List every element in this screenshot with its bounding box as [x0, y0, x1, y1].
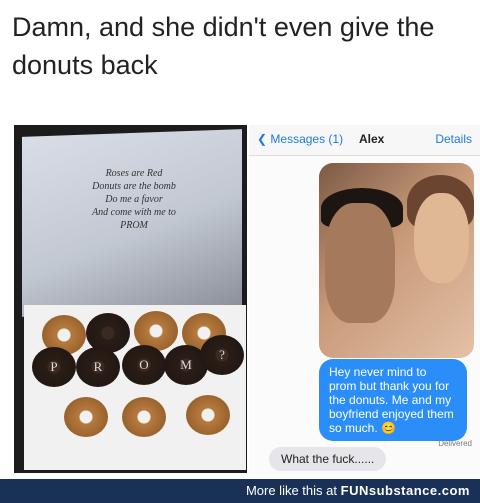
- selfie-photo[interactable]: [319, 163, 474, 358]
- chevron-left-icon: ❮: [257, 132, 268, 146]
- face-shape: [414, 193, 469, 283]
- back-label: Messages (1): [270, 132, 344, 146]
- letter-donut: ?: [200, 335, 244, 375]
- delivered-status: Delivered: [438, 439, 472, 448]
- prom-poem: Roses are Red Donuts are the bomb Do me …: [92, 168, 176, 231]
- footer-more-text: More like this at: [245, 483, 337, 498]
- donut-letter: O: [139, 357, 149, 372]
- imessage-screenshot: ❮ Messages (1) Alex Details Hey never mi…: [249, 125, 480, 475]
- details-button[interactable]: Details: [435, 132, 472, 146]
- back-button[interactable]: ❮ Messages (1): [257, 132, 343, 146]
- glazed-donut: [186, 395, 230, 435]
- donut-letter: ?: [219, 347, 225, 362]
- letter-donut: R: [76, 347, 120, 387]
- meme-caption: Damn, and she didn't even give the donut…: [12, 12, 435, 80]
- donut-letter: P: [50, 359, 58, 374]
- contact-name: Alex: [359, 132, 385, 146]
- letter-donut: O: [122, 345, 166, 385]
- glazed-donut: [122, 397, 166, 437]
- donut-letter: R: [93, 359, 103, 374]
- donut-tray: P R O M ?: [24, 305, 246, 470]
- footer-link[interactable]: More like this at FUNsubstance.com: [246, 483, 470, 498]
- received-message-bubble: What the fuck......: [269, 447, 387, 471]
- sent-message-bubble: Hey never mind to prom but thank you for…: [319, 359, 467, 441]
- glazed-donut: [64, 397, 108, 437]
- letter-donut: P: [32, 347, 76, 387]
- site-footer: More like this at FUNsubstance.com: [0, 479, 480, 503]
- donut-box-photo: Roses are Red Donuts are the bomb Do me …: [14, 125, 247, 473]
- messages-nav-bar: ❮ Messages (1) Alex Details: [249, 125, 480, 156]
- face-shape: [325, 203, 395, 323]
- site-brand: FUNsubstance.com: [340, 483, 470, 498]
